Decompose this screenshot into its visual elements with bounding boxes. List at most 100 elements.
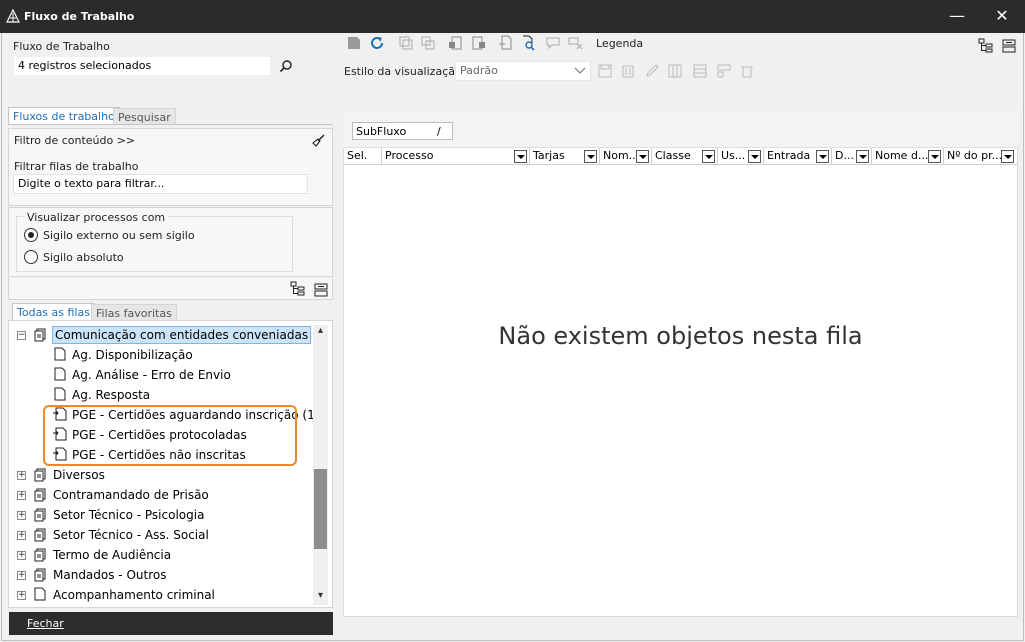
document-arrow-icon[interactable] [498,35,514,51]
sort-indicator: / [437,125,441,138]
lock-document-icon[interactable] [448,35,464,51]
column-filter-dropdown[interactable] [748,150,761,163]
collapse-all-icon[interactable] [313,282,329,298]
tree-group-row[interactable]: + Termo de Audiência [14,545,309,565]
close-window-button[interactable]: ✕ [980,0,1024,33]
tree-child-label: Ag. Resposta [72,388,151,402]
column-filter-dropdown[interactable] [584,150,597,163]
chevron-down-icon[interactable] [574,66,586,76]
collapse-all-icon[interactable] [1001,38,1017,54]
document-icon [54,367,66,381]
tree-structure-icon[interactable] [290,281,306,297]
tree-child-row[interactable]: Ag. Análise - Erro de Envio [14,365,309,385]
minimize-button[interactable]: — [935,0,979,33]
tab-fluxos-de-trabalho[interactable]: Fluxos de trabalho [8,107,120,124]
copy-icon[interactable] [420,35,436,51]
column-filter-dropdown[interactable] [856,150,869,163]
collapse-toggle[interactable]: − [17,331,26,340]
filter-queues-input[interactable]: Digite o texto para filtrar... [13,174,308,194]
window-title: Fluxo de Trabalho [24,10,135,23]
radio-sigilo-absoluto[interactable] [24,250,38,264]
rows-icon[interactable] [692,63,708,79]
tree-structure-icon[interactable] [978,38,994,54]
tab-divider [8,124,333,125]
column-filter-dropdown[interactable] [636,150,649,163]
tree-toolbar [8,278,333,300]
content-filter-toggle[interactable]: Filtro de conteúdo >> [14,134,135,147]
folder-stack-icon [34,468,46,482]
layout-icon[interactable] [716,63,732,79]
tree-group-label: Termo de Audiência [53,548,172,562]
document-icon [54,387,66,401]
expand-toggle[interactable]: + [17,591,26,600]
copy-check-icon[interactable] [398,35,414,51]
app-icon [6,9,20,23]
search-icon[interactable] [279,59,293,73]
folder-stack-icon [34,568,46,582]
tree-group-row[interactable]: + Diversos [14,465,309,485]
columns-icon[interactable] [667,63,683,79]
column-filter-dropdown[interactable] [816,150,829,163]
column-filter-dropdown[interactable] [928,150,941,163]
visualize-label: Visualizar processos com [24,211,169,224]
subflow-group-chip[interactable]: SubFluxo / [352,122,453,140]
comment-icon[interactable] [545,35,561,51]
tree-child-row[interactable]: Ag. Resposta [14,385,309,405]
tree-group-row[interactable]: + Setor Técnico - Ass. Social [14,525,309,545]
view-style-select[interactable]: Padrão [455,61,591,81]
workflow-label: Fluxo de Trabalho [13,40,110,53]
title-bar: Fluxo de Trabalho — ✕ [0,0,1025,33]
column-filter-dropdown[interactable] [514,150,527,163]
tab-filas-favoritas[interactable]: Filas favoritas [91,304,177,321]
broom-icon[interactable] [312,133,326,147]
folder-stack-icon [34,548,46,562]
queue-content-panel [343,111,1018,617]
tree-group-label: Mandados - Outros [53,568,167,582]
tree-row-root[interactable]: − Comunicação com entidades conveniadas [14,325,312,345]
tree-group-row[interactable]: + Acompanhamento criminal [14,585,309,605]
workflow-field[interactable]: 4 registros selecionados [13,56,271,76]
scroll-up-button[interactable]: ▴ [313,325,328,340]
tree-child-row[interactable]: Ag. Disponibilização [14,345,309,365]
trash-view-icon[interactable] [620,63,636,79]
expand-toggle[interactable]: + [17,471,26,480]
radio-sigilo-externo[interactable] [24,228,38,242]
tab-todas-as-filas[interactable]: Todas as filas [12,303,95,320]
column-filter-dropdown[interactable] [702,150,715,163]
tree-child-label: Ag. Disponibilização [72,348,193,362]
tree-group-row[interactable]: + Mandados - Outros [14,565,309,585]
save-view-icon[interactable] [597,63,613,79]
tree-group-label: Acompanhamento criminal [53,588,215,602]
radio-sigilo-externo-label: Sigilo externo ou sem sigilo [43,229,195,242]
column-filter-dropdown[interactable] [1001,150,1014,163]
legenda-link[interactable]: Legenda [596,37,643,50]
scroll-down-button[interactable]: ▾ [313,590,328,605]
expand-toggle[interactable]: + [17,511,26,520]
edit-icon[interactable] [644,63,660,79]
unlock-document-icon[interactable] [470,35,486,51]
scrollbar-thumb[interactable] [314,469,327,549]
expand-toggle[interactable]: + [17,551,26,560]
tree-root-label: Comunicação com entidades conveniadas [52,326,312,344]
column-header-row: Sel. Processo Tarjas Nom... Classe Us...… [344,148,1017,165]
tree-group-label: Setor Técnico - Ass. Social [53,528,209,542]
tree-group-label: Diversos [53,468,105,482]
column-processo[interactable]: Processo [382,148,530,164]
remove-comment-icon[interactable] [567,35,583,51]
column-sel[interactable]: Sel. [344,148,382,164]
folder-stack-icon [34,508,46,522]
refresh-icon[interactable] [369,35,385,51]
document-search-icon[interactable] [520,35,536,51]
fechar-button[interactable]: Fechar [9,612,333,635]
document-icon [54,347,66,361]
tree-scrollbar[interactable] [313,325,328,605]
expand-toggle[interactable]: + [17,571,26,580]
tab-pesquisar[interactable]: Pesquisar [113,108,176,125]
delete-icon[interactable] [739,63,755,79]
tree-group-row[interactable]: + Contramandado de Prisão [14,485,309,505]
expand-toggle[interactable]: + [17,531,26,540]
tree-group-row[interactable]: + Setor Técnico - Psicologia [14,505,309,525]
expand-toggle[interactable]: + [17,491,26,500]
subflow-label: SubFluxo [356,125,407,138]
save-icon[interactable] [346,35,362,51]
